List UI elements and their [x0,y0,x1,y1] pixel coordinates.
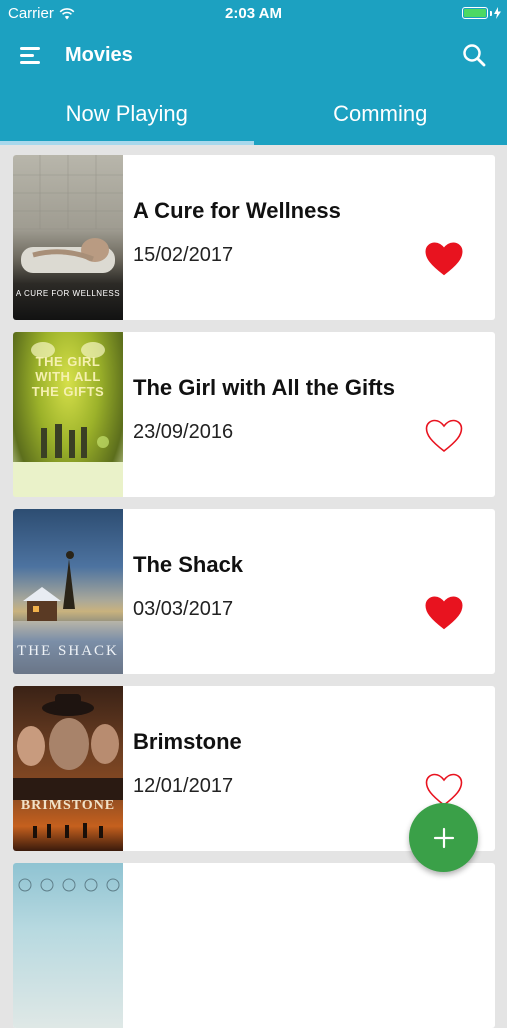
menu-icon[interactable] [20,45,44,67]
movie-card[interactable]: THE GIRL WITH ALL THE GIFTS The Girl wit… [13,332,495,497]
tab-bar: Now Playing Comming [0,84,507,145]
movie-poster: BRIMSTONE [13,686,123,851]
top-app-bar: Movies [0,28,507,84]
status-bar: Carrier 2:03 AM [0,0,507,28]
heart-icon[interactable] [425,596,463,630]
release-date: 15/02/2017 [133,244,233,267]
poster-caption: A CURE FOR WELLNESS [13,289,123,298]
heart-outline-icon[interactable] [425,773,463,807]
release-date: 12/01/2017 [133,775,233,798]
heart-outline-icon[interactable] [425,419,463,453]
release-date: 03/03/2017 [133,598,233,621]
charging-icon [494,7,501,19]
movie-card[interactable]: THE SHACK The Shack 03/03/2017 [13,509,495,674]
poster-caption: BRIMSTONE [13,798,123,814]
movie-poster [13,863,123,1028]
battery-icon [462,7,501,19]
tab-label: Now Playing [66,101,188,126]
poster-caption: THE GIRL WITH ALL THE GIFTS [13,354,123,399]
plus-icon [433,827,455,849]
poster-caption: THE SHACK [13,643,123,660]
status-time: 2:03 AM [0,5,507,22]
tab-now-playing[interactable]: Now Playing [0,84,254,145]
release-date: 23/09/2016 [133,421,233,444]
movie-poster: THE SHACK [13,509,123,674]
movie-card[interactable]: A CURE FOR WELLNESS A Cure for Wellness … [13,155,495,320]
movie-poster: THE GIRL WITH ALL THE GIFTS [13,332,123,497]
movie-title: The Shack [133,552,243,578]
tab-comming[interactable]: Comming [254,84,507,145]
movie-title: A Cure for Wellness [133,198,341,224]
page-title: Movies [65,44,133,67]
search-icon[interactable] [461,42,487,68]
heart-icon[interactable] [425,242,463,276]
tab-indicator [0,141,254,145]
add-movie-button[interactable] [409,803,478,872]
movie-title: The Girl with All the Gifts [133,375,395,401]
tab-label: Comming [333,101,427,126]
movie-poster: A CURE FOR WELLNESS [13,155,123,320]
movie-title: Brimstone [133,729,242,755]
movie-card[interactable] [13,863,495,1028]
